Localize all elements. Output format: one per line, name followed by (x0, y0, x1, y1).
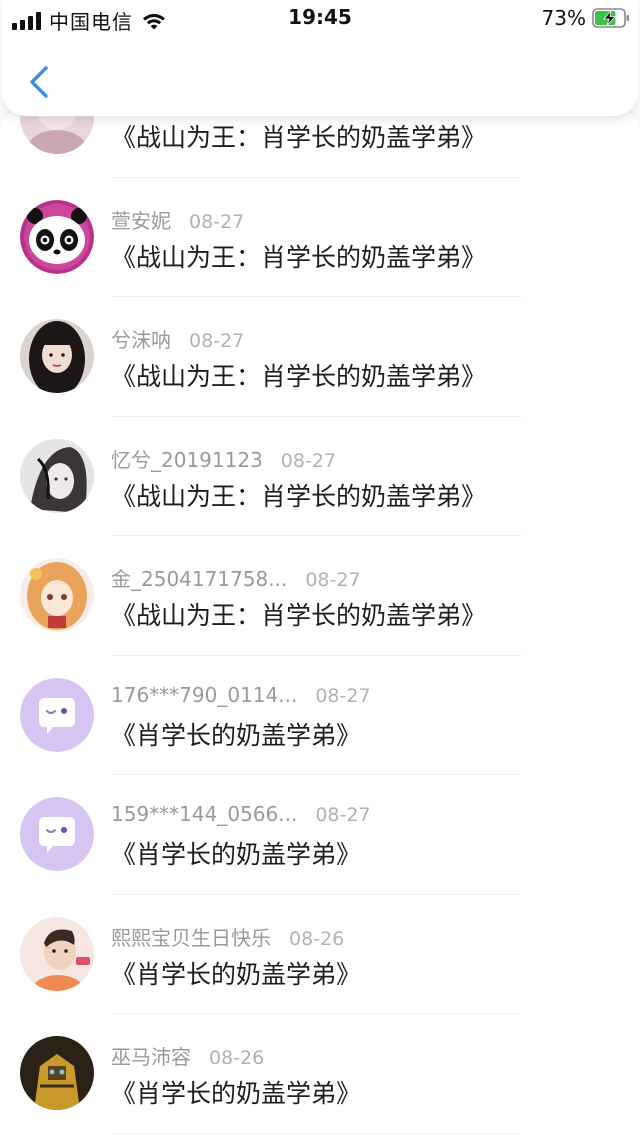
timestamp: 08-26 (209, 1047, 265, 1069)
username[interactable]: 熙熙宝贝生日快乐 (111, 922, 271, 951)
battery-charging-icon (592, 8, 629, 28)
item-meta: 兮沫呐 08-27 (111, 324, 244, 353)
avatar[interactable] (20, 677, 94, 752)
item-meta: 金_2504171758... 08-27 (111, 563, 361, 592)
comment-text: 《肖学长的奶盖学弟》 (111, 1079, 362, 1108)
comment-text: 《战山为王：肖学长的奶盖学弟》 (111, 123, 487, 152)
comment-text: 《战山为王：肖学长的奶盖学弟》 (111, 362, 487, 391)
list-item[interactable]: 《战山为王：肖学长的奶盖学弟》 (0, 108, 640, 178)
username[interactable]: 忆兮_20191123 (111, 444, 263, 473)
comment-list-panel: 《战山为王：肖学长的奶盖学弟》 萱安妮 08-27 《战山为王：肖学长的奶盖学弟》 兮沫… (0, 108, 640, 1138)
comment-text: 《肖学长的奶盖学弟》 (111, 720, 362, 750)
battery-percentage: 73% (541, 6, 586, 30)
avatar[interactable] (20, 558, 94, 632)
list-item[interactable]: 巫马沛容 08-26 《肖学长的奶盖学弟》 (0, 1014, 640, 1134)
list-item[interactable]: 兮沫呐 08-27 《战山为王：肖学长的奶盖学弟》 (0, 297, 640, 417)
timestamp: 08-27 (189, 330, 245, 352)
list-item[interactable]: 159***144_0566... 08-27 《肖学长的奶盖学弟》 (0, 775, 640, 895)
list-item[interactable]: 萱安妮 08-27 《战山为王：肖学长的奶盖学弟》 (0, 178, 640, 297)
timestamp: 08-27 (280, 449, 337, 472)
item-meta: 巫马沛容 08-26 (111, 1041, 264, 1070)
avatar[interactable] (20, 438, 94, 513)
comment-text: 《战山为王：肖学长的奶盖学弟》 (111, 601, 487, 630)
item-meta: 萱安妮 08-27 (111, 205, 244, 234)
item-meta: 熙熙宝贝生日快乐 08-26 (111, 922, 344, 951)
timestamp: 08-27 (315, 804, 371, 826)
avatar[interactable] (20, 1036, 94, 1110)
list-item[interactable]: 176***790_0114... 08-27 《肖学长的奶盖学弟》 (0, 656, 640, 775)
comment-text: 《战山为王：肖学长的奶盖学弟》 (111, 481, 487, 511)
comment-text: 《肖学长的奶盖学弟》 (111, 959, 362, 989)
timestamp: 08-27 (189, 210, 245, 233)
timestamp: 08-27 (315, 684, 371, 707)
divider (111, 1132, 522, 1134)
username[interactable]: 159***144_0566... (111, 802, 297, 826)
username[interactable]: 176***790_0114... (111, 683, 297, 707)
timestamp: 08-26 (289, 927, 345, 950)
item-meta: 176***790_0114... 08-27 (111, 683, 371, 707)
list-item[interactable]: 忆兮_20191123 08-27 《战山为王：肖学长的奶盖学弟》 (0, 417, 640, 536)
username[interactable]: 金_2504171758... (111, 563, 287, 592)
list-item[interactable]: 熙熙宝贝生日快乐 08-26 《肖学长的奶盖学弟》 (0, 895, 640, 1014)
username[interactable]: 兮沫呐 (111, 324, 171, 353)
username[interactable]: 巫马沛容 (111, 1041, 191, 1070)
avatar[interactable] (20, 797, 94, 871)
chevron-left-icon[interactable] (24, 64, 54, 100)
username[interactable]: 萱安妮 (111, 205, 171, 234)
status-bar: 中国电信 19:45 73% (0, 0, 640, 36)
avatar[interactable] (20, 199, 94, 274)
item-meta: 159***144_0566... 08-27 (111, 802, 371, 826)
avatar[interactable] (20, 319, 94, 393)
list-item[interactable]: 金_2504171758... 08-27 《战山为王：肖学长的奶盖学弟》 (0, 536, 640, 656)
avatar[interactable] (20, 916, 94, 991)
item-meta: 忆兮_20191123 08-27 (111, 444, 336, 473)
timestamp: 08-27 (305, 569, 361, 591)
comment-text: 《肖学长的奶盖学弟》 (111, 840, 362, 869)
comment-text: 《战山为王：肖学长的奶盖学弟》 (111, 242, 487, 272)
comment-list: 《战山为王：肖学长的奶盖学弟》 萱安妮 08-27 《战山为王：肖学长的奶盖学弟》 兮沫… (0, 108, 640, 1134)
